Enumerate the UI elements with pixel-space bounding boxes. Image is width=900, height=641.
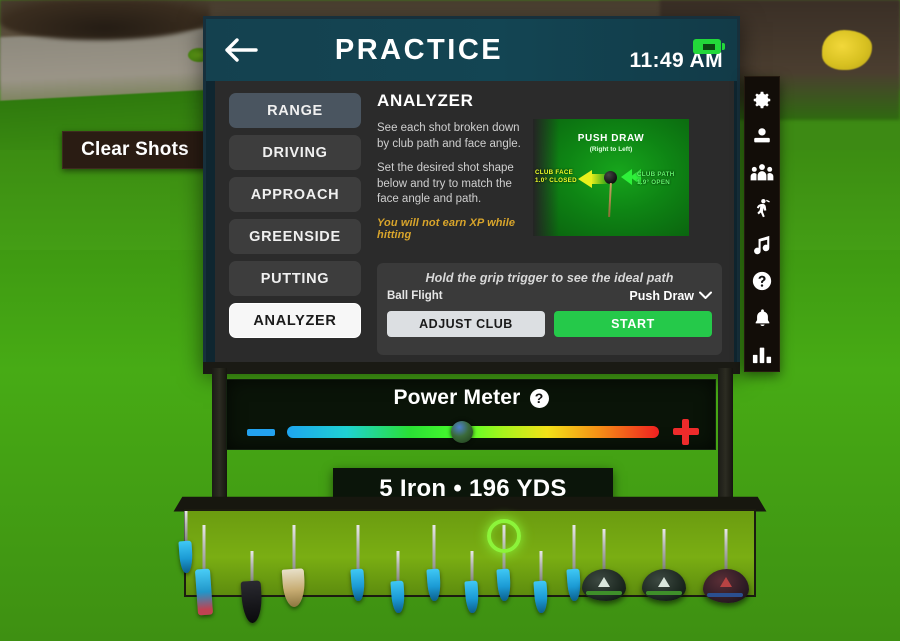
description-column: See each shot broken down by club path a…	[377, 121, 527, 241]
power-meter-slider-row	[227, 416, 715, 448]
sidebar-item-range[interactable]: RANGE	[229, 93, 361, 128]
toolbar-item-music[interactable]	[745, 228, 779, 262]
club-path-label-value: 1.9° OPEN	[637, 179, 671, 186]
practice-mode-sidebar: RANGE DRIVING APPROACH GREENSIDE PUTTING…	[215, 81, 371, 363]
sidebar-item-approach[interactable]: APPROACH	[229, 177, 361, 212]
power-meter-panel: Power Meter ?	[226, 379, 716, 450]
grip-settings-card: Hold the grip trigger to see the ideal p…	[377, 263, 722, 355]
sidebar-item-analyzer[interactable]: ANALYZER	[229, 303, 361, 338]
minus-icon[interactable]	[247, 428, 275, 436]
toolbar-item-swing[interactable]	[745, 192, 779, 226]
club-path-label-title: CLUB PATH	[637, 171, 675, 178]
sidebar-item-driving[interactable]: DRIVING	[229, 135, 361, 170]
content-title: ANALYZER	[377, 91, 474, 110]
music-note-icon	[752, 234, 772, 256]
ball-flight-row: Ball Flight Push Draw	[387, 289, 712, 303]
toolbar-item-friends[interactable]	[745, 156, 779, 190]
header-status: 11:49 AM	[602, 19, 737, 81]
plus-icon[interactable]	[671, 417, 701, 447]
tee-icon	[608, 182, 612, 218]
gear-icon	[751, 89, 773, 111]
action-button-row: ADJUST CLUB START	[387, 311, 712, 337]
club-face-arrow-icon	[578, 170, 592, 188]
power-slider[interactable]	[287, 419, 659, 445]
right-toolbar	[744, 76, 780, 372]
person-icon	[751, 125, 773, 147]
power-meter-title: Power Meter	[393, 386, 521, 409]
club-path-label: CLUB PATH 1.9° OPEN	[637, 171, 675, 187]
battery-charging-icon	[693, 39, 725, 54]
clear-shots-label: Clear Shots	[81, 139, 189, 160]
panel-body: RANGE DRIVING APPROACH GREENSIDE PUTTING…	[215, 81, 734, 363]
power-meter-title-row: Power Meter ?	[227, 380, 715, 416]
ball-flight-dropdown[interactable]: Push Draw	[629, 289, 712, 303]
golfer-icon	[751, 197, 773, 220]
bell-icon	[752, 307, 773, 329]
selected-club-highlight-ring	[487, 519, 521, 553]
sidebar-item-greenside[interactable]: GREENSIDE	[229, 219, 361, 254]
description-paragraph-1: See each shot broken down by club path a…	[377, 122, 521, 150]
description-paragraph-2: Set the desired shot shape below and try…	[377, 162, 514, 205]
stand-crossbar	[203, 362, 740, 374]
sidebar-item-putting[interactable]: PUTTING	[229, 261, 361, 296]
question-icon	[751, 270, 773, 292]
club-face-label: CLUB FACE 1.0° CLOSED	[535, 169, 577, 185]
page-title: PRACTICE	[334, 33, 504, 66]
chevron-down-icon	[699, 289, 712, 303]
analyzer-content: ANALYZER See each shot broken down by cl…	[371, 81, 734, 363]
toolbar-item-notifications[interactable]	[745, 301, 779, 335]
question-mark-icon[interactable]: ?	[529, 388, 549, 408]
start-button[interactable]: START	[554, 311, 712, 337]
grip-hint-label: Hold the grip trigger to see the ideal p…	[425, 271, 674, 285]
xp-warning-label: You will not earn XP while hitting	[377, 216, 516, 241]
adjust-club-button[interactable]: ADJUST CLUB	[387, 311, 545, 337]
clear-shots-button[interactable]: Clear Shots	[62, 131, 208, 169]
toolbar-item-profile[interactable]	[745, 119, 779, 153]
shot-shape-diagram: PUSH DRAW (Right to Left) CLUB FACE 1.0°…	[533, 119, 689, 236]
panel-header: PRACTICE 11:49 AM	[206, 19, 737, 81]
club-rack	[173, 496, 767, 624]
practice-panel: PRACTICE 11:49 AM RANGE DRIVING APPROACH…	[203, 16, 740, 370]
bar-chart-icon	[751, 344, 773, 364]
ball-flight-value: Push Draw	[629, 289, 694, 303]
stand-post-left	[212, 368, 227, 508]
diagram-subtitle: (Right to Left)	[589, 146, 633, 153]
power-slider-track	[287, 426, 659, 438]
power-slider-handle[interactable]	[450, 421, 473, 443]
content-middle-row: See each shot broken down by club path a…	[377, 119, 722, 241]
toolbar-item-help[interactable]	[745, 264, 779, 298]
diagram-title: PUSH DRAW	[577, 133, 645, 144]
toolbar-item-settings[interactable]	[745, 83, 779, 117]
club-face-label-value: 1.0° CLOSED	[535, 177, 577, 184]
club-face-label-title: CLUB FACE	[535, 169, 574, 176]
ball-flight-label: Ball Flight	[387, 290, 443, 302]
toolbar-item-stats[interactable]	[745, 337, 779, 371]
stand-post-right	[718, 368, 733, 508]
rack-board	[178, 509, 756, 624]
group-icon	[750, 162, 774, 184]
